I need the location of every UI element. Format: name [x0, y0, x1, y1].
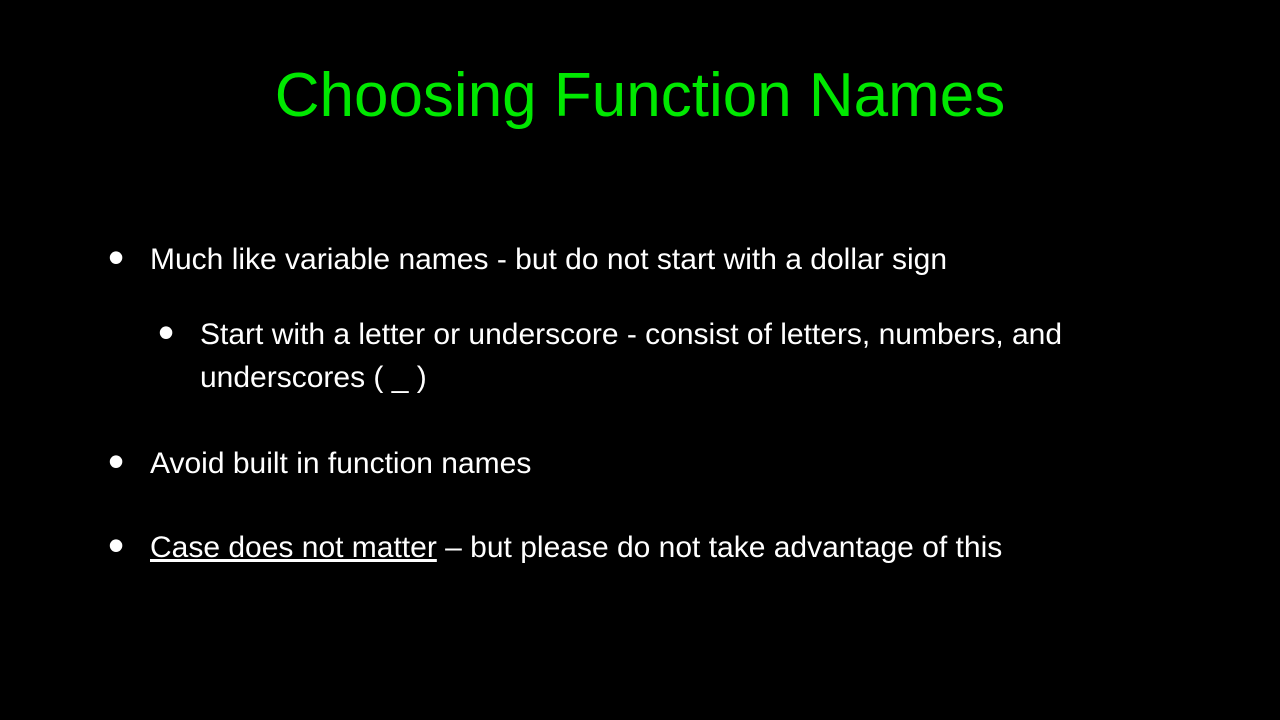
- slide-content: Much like variable names - but do not st…: [100, 240, 1200, 613]
- bullet-text: – but please do not take advantage of th…: [437, 531, 1002, 564]
- slide: Choosing Function Names Much like variab…: [0, 0, 1280, 720]
- sub-bullet-text: Start with a letter or underscore - cons…: [200, 318, 1062, 395]
- sub-bullet-item-1: Start with a letter or underscore - cons…: [150, 313, 1200, 400]
- bullet-item-2: Avoid built in function names: [100, 444, 1200, 485]
- bullet-item-1: Much like variable names - but do not st…: [100, 240, 1200, 400]
- bullet-text: Avoid built in function names: [150, 447, 531, 480]
- bullet-item-3: Case does not matter – but please do not…: [100, 528, 1200, 569]
- bullet-underlined-text: Case does not matter: [150, 531, 437, 564]
- bullet-list: Much like variable names - but do not st…: [100, 240, 1200, 569]
- slide-title: Choosing Function Names: [0, 0, 1280, 131]
- bullet-text: Much like variable names - but do not st…: [150, 243, 947, 276]
- sub-bullet-list: Start with a letter or underscore - cons…: [150, 313, 1200, 400]
